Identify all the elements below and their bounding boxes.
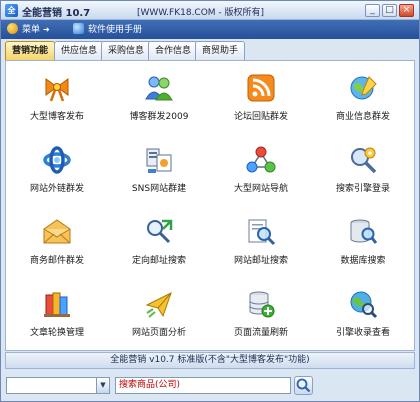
tool-business-info[interactable]: 商业信息群发 bbox=[312, 67, 414, 139]
tool-label: 数据库搜索 bbox=[340, 256, 386, 266]
app-window: 全 全能营销 10.7 [WWW.FK18.COM - 版权所有] _ □ × … bbox=[0, 0, 420, 402]
tool-label: 大型网站导航 bbox=[233, 184, 288, 194]
globe-magnifier-icon bbox=[350, 291, 378, 319]
tab-purchase[interactable]: 采购信息 bbox=[101, 41, 152, 60]
users-group-icon bbox=[145, 76, 173, 101]
menu-orb-icon bbox=[7, 23, 18, 34]
close-button[interactable]: × bbox=[399, 4, 414, 17]
tool-blog-publish[interactable]: 大型博客发布 bbox=[6, 67, 108, 139]
directed-search-icon bbox=[147, 219, 173, 244]
network-nodes-icon bbox=[246, 146, 276, 173]
status-bar: 全能营销 v10.7 标准版(不含"大型博客发布"功能) bbox=[5, 352, 415, 369]
globe-pen-icon bbox=[350, 76, 377, 100]
tool-directed-email-search[interactable]: 定向邮址搜索 bbox=[108, 211, 210, 283]
tool-article-rotation[interactable]: 文章轮换管理 bbox=[6, 283, 108, 355]
tool-label: 文章轮换管理 bbox=[29, 328, 84, 338]
tool-traffic-refresh[interactable]: 页面流量刷新 bbox=[210, 283, 312, 355]
tools-panel: 大型博客发布 博客群发2009 论坛回贴群发 商业信息群发 网站外链群发 SNS… bbox=[5, 60, 415, 351]
tab-bar: 营销功能 供应信息 采购信息 合作信息 商贸助手 bbox=[1, 39, 419, 60]
tool-label: 页面流量刷新 bbox=[233, 328, 288, 338]
tool-external-links[interactable]: 网站外链群发 bbox=[6, 139, 108, 211]
tool-label: 博客群发2009 bbox=[129, 112, 189, 122]
tab-supply[interactable]: 供应信息 bbox=[54, 41, 105, 60]
link-knot-icon bbox=[43, 146, 71, 174]
tool-label: 商业信息群发 bbox=[335, 112, 390, 122]
tool-label: 论坛回贴群发 bbox=[233, 112, 288, 122]
window-title: 全能营销 10.7 bbox=[22, 8, 91, 19]
tool-label: 网站外链群发 bbox=[29, 184, 84, 194]
tab-trade-assistant[interactable]: 商贸助手 bbox=[195, 41, 246, 60]
tool-site-email-search[interactable]: 网站邮址搜索 bbox=[210, 211, 312, 283]
menu-bar: 菜单 ➜ 软件使用手册 bbox=[1, 20, 419, 39]
tool-site-navigation[interactable]: 大型网站导航 bbox=[210, 139, 312, 211]
category-combo[interactable]: ▼ bbox=[6, 377, 110, 394]
envelope-icon bbox=[43, 219, 71, 244]
search-icon bbox=[296, 378, 311, 393]
maximize-button[interactable]: □ bbox=[382, 4, 397, 17]
books-icon bbox=[44, 292, 70, 317]
copyright-site: [WWW.FK18.COM - 版权所有] bbox=[137, 8, 265, 18]
tool-label: 搜索引擎登录 bbox=[335, 184, 390, 194]
tab-marketing[interactable]: 营销功能 bbox=[5, 41, 56, 60]
arrow-right-icon: ➜ bbox=[43, 25, 50, 34]
tool-label: 网站邮址搜索 bbox=[233, 256, 288, 266]
tool-label: SNS网站群建 bbox=[131, 184, 187, 194]
chevron-down-icon[interactable]: ▼ bbox=[96, 378, 109, 393]
server-refresh-icon bbox=[249, 291, 275, 318]
tool-label: 商务邮件群发 bbox=[29, 256, 84, 266]
tool-blog-mass-send[interactable]: 博客群发2009 bbox=[108, 67, 210, 139]
tool-page-analysis[interactable]: 网站页面分析 bbox=[108, 283, 210, 355]
tool-search-engine-submit[interactable]: 搜索引擎登录 bbox=[312, 139, 414, 211]
tool-database-search[interactable]: 数据库搜索 bbox=[312, 211, 414, 283]
tab-cooperation[interactable]: 合作信息 bbox=[148, 41, 199, 60]
database-magnifier-icon bbox=[350, 219, 378, 244]
main-menu-label: 菜单 bbox=[22, 25, 41, 35]
app-logo-icon: 全 bbox=[5, 4, 18, 17]
paper-plane-icon bbox=[145, 292, 172, 318]
sns-network-icon bbox=[146, 148, 172, 173]
rss-feed-icon bbox=[247, 74, 275, 102]
tool-label: 大型博客发布 bbox=[29, 112, 84, 122]
help-book-icon bbox=[73, 23, 84, 34]
manual-link[interactable]: 软件使用手册 bbox=[73, 23, 142, 36]
search-engine-gear-icon bbox=[351, 147, 377, 174]
tool-forum-reply[interactable]: 论坛回贴群发 bbox=[210, 67, 312, 139]
tool-label: 定向邮址搜索 bbox=[131, 256, 186, 266]
blog-bow-icon bbox=[45, 78, 69, 102]
product-search-input[interactable]: 搜索商品(公司) bbox=[115, 377, 291, 394]
main-menu-button[interactable]: 菜单 ➜ bbox=[7, 23, 50, 36]
tool-business-email[interactable]: 商务邮件群发 bbox=[6, 211, 108, 283]
minimize-button[interactable]: _ bbox=[365, 4, 380, 17]
title-bar[interactable]: 全 全能营销 10.7 [WWW.FK18.COM - 版权所有] _ □ × bbox=[1, 1, 419, 20]
search-button[interactable] bbox=[294, 376, 313, 395]
tool-sns-build[interactable]: SNS网站群建 bbox=[108, 139, 210, 211]
document-magnifier-icon bbox=[248, 219, 276, 246]
tool-label: 引擎收录查看 bbox=[335, 328, 390, 338]
tool-index-check[interactable]: 引擎收录查看 bbox=[312, 283, 414, 355]
bottom-toolbar: ▼ 搜索商品(公司) bbox=[1, 371, 419, 401]
tool-label: 网站页面分析 bbox=[131, 328, 186, 338]
manual-label: 软件使用手册 bbox=[88, 25, 143, 35]
